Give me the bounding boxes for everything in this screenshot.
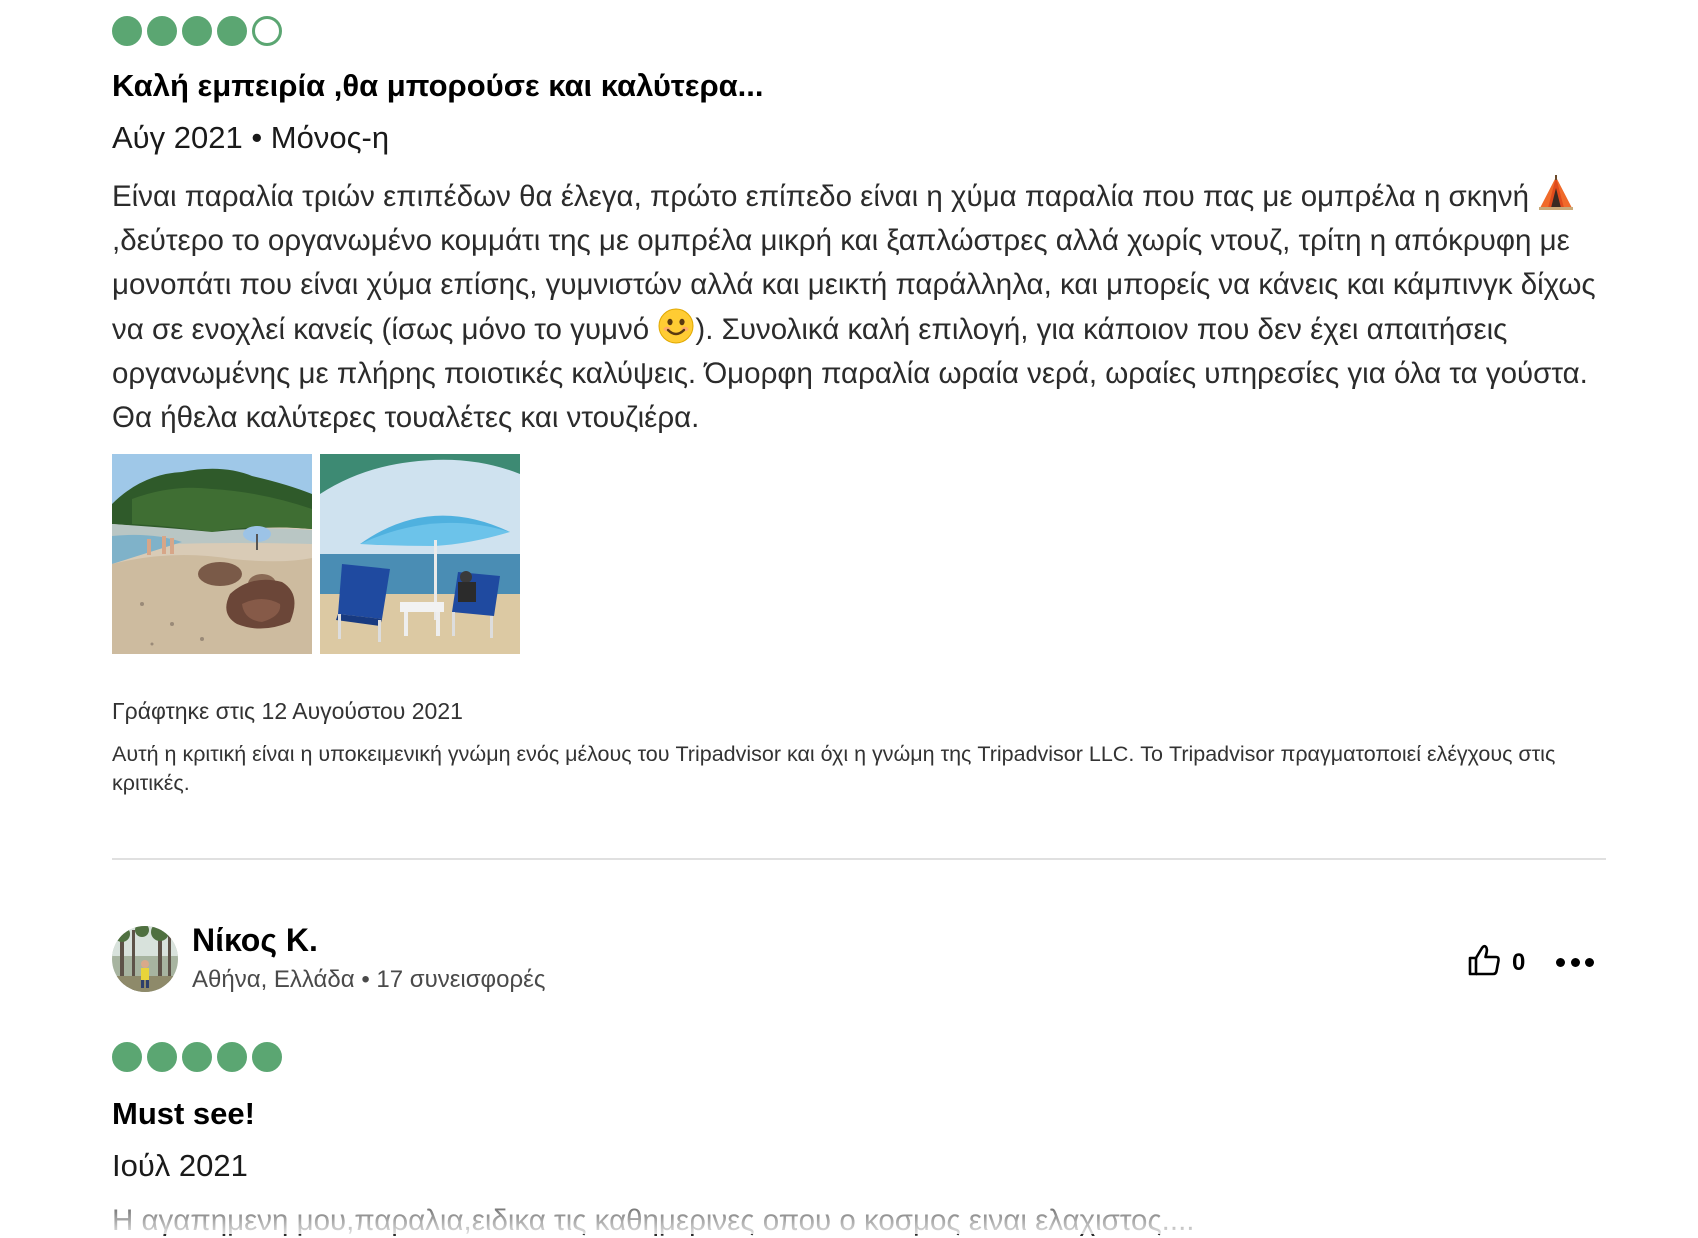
rating-bubble-filled <box>147 16 177 46</box>
more-dot <box>1556 957 1565 967</box>
rating-bubble-filled <box>182 16 212 46</box>
reviewer-location-contributions: Αθήνα, Ελλάδα • 17 συνεισφορές <box>192 966 546 993</box>
review-disclaimer: Αυτή η κριτική είναι η υποκειμενική γνώμ… <box>112 742 1556 795</box>
review-text: Η αγαπημενη μου,παραλια,ειδικα τις καθημ… <box>112 1204 1195 1237</box>
rating-bubbles <box>112 16 282 46</box>
helpful-vote-button[interactable]: 0 <box>1468 944 1525 981</box>
more-dot <box>1570 957 1580 967</box>
beach-umbrella-photo[interactable] <box>320 454 520 654</box>
rating-bubble-filled <box>147 1042 177 1072</box>
review-date: Ιούλ 2021 <box>112 1148 248 1183</box>
review-divider <box>112 858 1606 860</box>
helpful-count: 0 <box>1512 948 1526 976</box>
review-title[interactable]: Καλή εμπειρία ,θα μπορούσε και καλύτερα.… <box>112 68 764 104</box>
beach-rocks-photo[interactable] <box>112 454 312 654</box>
more-dot <box>1585 957 1594 967</box>
camping-tent-icon <box>1537 174 1575 212</box>
rating-bubble-empty <box>252 16 282 46</box>
rating-bubble-filled <box>182 1042 212 1072</box>
rating-bubble-filled <box>112 16 142 46</box>
reviewer-name[interactable]: Νίκος Κ. <box>192 922 318 959</box>
review-text-part: Είναι παραλία τριών επιπέδων θα έλεγα, π… <box>112 180 1538 213</box>
rating-bubbles <box>112 1042 282 1072</box>
rating-bubble-filled <box>112 1042 142 1072</box>
rating-bubble-filled <box>217 16 247 46</box>
review-text: Είναι παραλία τριών επιπέδων θα έλεγα, π… <box>112 174 1606 440</box>
review-date-trip-type: Αύγ 2021 • Μόνος-η <box>112 120 390 155</box>
smiling-face-icon <box>657 307 695 345</box>
avatar[interactable] <box>112 926 178 992</box>
rating-bubble-filled <box>217 1042 247 1072</box>
rating-bubble-filled <box>252 1042 282 1072</box>
review-written-date: Γράφτηκε στις 12 Αυγούστου 2021 <box>112 698 463 724</box>
review-title[interactable]: Must see! <box>112 1096 255 1132</box>
more-options-icon[interactable] <box>1556 950 1594 974</box>
thumbs-up-icon <box>1468 944 1502 981</box>
